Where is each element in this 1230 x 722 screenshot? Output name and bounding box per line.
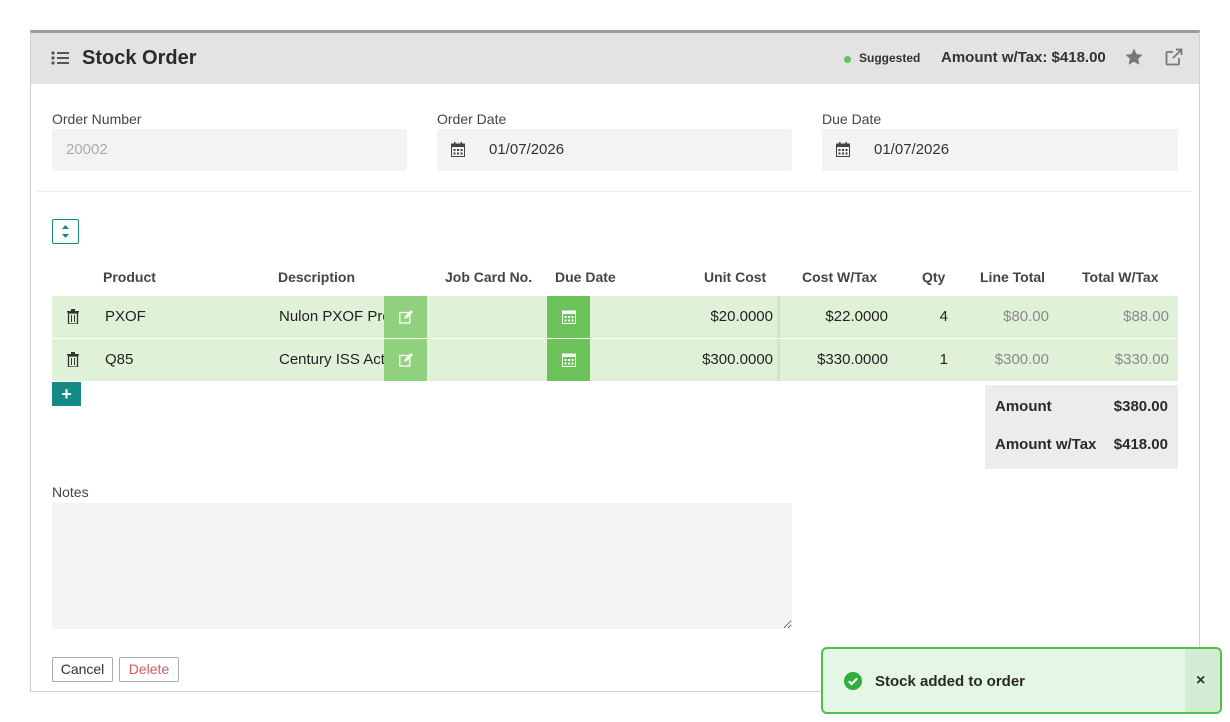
notes-textarea[interactable] [52, 503, 792, 629]
order-date-value: 01/07/2026 [489, 141, 565, 158]
sort-icon [62, 225, 69, 238]
divider [37, 191, 1193, 192]
row-total-wtax: $330.00 [1114, 351, 1169, 368]
row-description[interactable]: Century ISS Act [279, 351, 384, 368]
page-title: Stock Order [82, 47, 197, 69]
column-separator [777, 339, 780, 381]
calendar-icon [836, 142, 850, 157]
add-row-button[interactable]: + [52, 382, 81, 406]
col-header-description[interactable]: Description [278, 269, 355, 285]
row-product[interactable]: PXOF [105, 308, 146, 325]
row-due-date-button[interactable] [547, 296, 590, 338]
edit-icon [399, 353, 413, 367]
toast-notification: Stock added to order × [821, 647, 1222, 714]
cancel-button[interactable]: Cancel [52, 657, 113, 682]
table-row: Q85 Century ISS Act $300.0000 $330.0000 … [52, 339, 1178, 381]
calendar-icon [562, 353, 576, 367]
row-description[interactable]: Nulon PXOF Pro [279, 308, 384, 325]
amount-tax-label: Amount w/Tax [995, 436, 1097, 453]
row-unit-cost[interactable]: $300.0000 [702, 351, 773, 368]
plus-icon: + [61, 384, 72, 404]
amount-label: Amount [995, 398, 1052, 415]
trash-icon[interactable] [67, 309, 79, 324]
row-qty[interactable]: 4 [940, 308, 948, 325]
col-header-qty[interactable]: Qty [922, 269, 945, 285]
row-total-wtax: $88.00 [1123, 308, 1169, 325]
sort-button[interactable] [52, 219, 79, 244]
edit-icon [399, 310, 413, 324]
close-icon: × [1196, 672, 1206, 689]
toast-message: Stock added to order [875, 673, 1026, 690]
edit-description-button[interactable] [384, 296, 427, 338]
list-icon[interactable] [51, 50, 69, 66]
due-date-label: Due Date [822, 111, 882, 127]
check-circle-icon [844, 672, 862, 690]
stock-order-panel: Stock Order Suggested Amount w/Tax: $418… [30, 30, 1200, 692]
order-number-placeholder: 20002 [66, 141, 108, 158]
panel-header: Stock Order Suggested Amount w/Tax: $418… [31, 33, 1199, 84]
amount-value: $380.00 [1113, 398, 1168, 415]
row-qty[interactable]: 1 [940, 351, 948, 368]
row-unit-cost[interactable]: $20.0000 [710, 308, 773, 325]
due-date-value: 01/07/2026 [874, 141, 950, 158]
amount-tax-value: $418.00 [1113, 436, 1168, 453]
totals-box: Amount $380.00 Amount w/Tax $418.00 [985, 385, 1178, 469]
order-number-field[interactable]: 20002 [52, 129, 407, 171]
row-cost-wtax[interactable]: $22.0000 [825, 308, 888, 325]
col-header-total-wtax[interactable]: Total W/Tax [1082, 269, 1158, 285]
status-dot [844, 56, 851, 63]
row-product[interactable]: Q85 [105, 351, 133, 368]
calendar-icon [451, 142, 465, 157]
column-separator [777, 296, 780, 338]
col-header-cost-wtax[interactable]: Cost W/Tax [802, 269, 877, 285]
row-line-total: $300.00 [994, 351, 1049, 368]
col-header-line-total[interactable]: Line Total [980, 269, 1045, 285]
notes-label: Notes [52, 484, 89, 500]
order-date-label: Order Date [437, 111, 507, 127]
edit-description-button[interactable] [384, 339, 427, 381]
col-header-unit-cost[interactable]: Unit Cost [704, 269, 766, 285]
order-date-field[interactable]: 01/07/2026 [437, 129, 792, 171]
header-amount: Amount w/Tax: $418.00 [941, 49, 1106, 66]
table-row: PXOF Nulon PXOF Pro $20.0000 $22.0000 4 … [52, 296, 1178, 338]
col-header-due-date[interactable]: Due Date [555, 269, 616, 285]
status-badge: Suggested [859, 51, 921, 65]
trash-icon[interactable] [67, 352, 79, 367]
row-due-date-button[interactable] [547, 339, 590, 381]
star-icon[interactable] [1124, 47, 1144, 67]
toast-close-button[interactable]: × [1185, 649, 1220, 712]
delete-button[interactable]: Delete [119, 657, 179, 682]
due-date-field[interactable]: 01/07/2026 [822, 129, 1178, 171]
col-header-job-card[interactable]: Job Card No. [445, 269, 532, 285]
col-header-product[interactable]: Product [103, 269, 156, 285]
calendar-icon [562, 310, 576, 324]
row-line-total: $80.00 [1003, 308, 1049, 325]
order-number-label: Order Number [52, 111, 142, 127]
row-cost-wtax[interactable]: $330.0000 [817, 351, 888, 368]
external-link-icon[interactable] [1164, 47, 1184, 67]
